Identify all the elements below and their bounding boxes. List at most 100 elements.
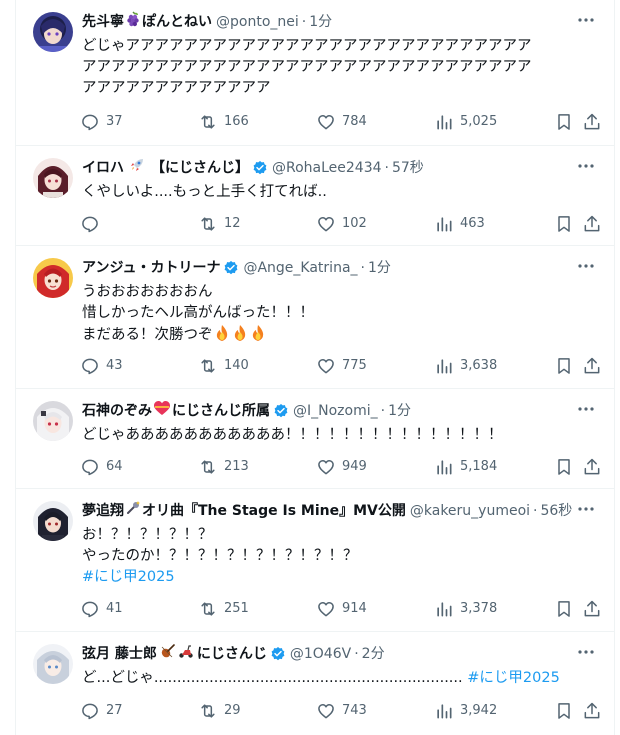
reply-button[interactable]: 41: [80, 599, 123, 619]
more-options-button[interactable]: [576, 644, 596, 660]
display-name[interactable]: 夢追翔: [82, 501, 124, 521]
views-button[interactable]: 3,942: [434, 701, 497, 721]
share-button[interactable]: [582, 112, 602, 132]
reply-button[interactable]: 27: [80, 701, 123, 721]
bookmark-button[interactable]: [554, 112, 574, 132]
tweet-kakeru-yumeoi[interactable]: 夢追翔 オリ曲『The Stage Is Mine』MV公開 @kakeru_y…: [16, 489, 614, 632]
bookmark-icon: [558, 459, 570, 475]
more-options-button[interactable]: [576, 401, 596, 417]
repost-button[interactable]: 12: [198, 214, 241, 234]
timestamp[interactable]: 1分: [368, 258, 391, 278]
bookmark-button[interactable]: [554, 701, 574, 721]
display-name-suffix[interactable]: オリ曲『The Stage Is Mine』MV公開: [142, 501, 406, 521]
reply-button[interactable]: 64: [80, 457, 123, 477]
share-button[interactable]: [582, 457, 602, 477]
avatar[interactable]: [33, 12, 73, 52]
reply-icon: [82, 114, 98, 131]
display-name-suffix[interactable]: 【にじさんじ】: [151, 158, 249, 178]
reply-count: 37: [106, 114, 123, 129]
views-button[interactable]: 5,184: [434, 457, 497, 477]
like-button[interactable]: 914: [316, 599, 367, 619]
views-icon: [437, 704, 452, 719]
timestamp[interactable]: 2分: [362, 644, 385, 664]
display-name[interactable]: 石神のぞみ: [82, 401, 152, 421]
tweet-text-line: どじゃあああああああああああ！！！！！！！！！！！！！！！: [82, 427, 503, 443]
reply-button[interactable]: [80, 214, 106, 234]
reply-button[interactable]: 37: [80, 112, 123, 132]
repost-button[interactable]: 29: [198, 701, 241, 721]
avatar[interactable]: [33, 258, 73, 298]
tweet-1o46v[interactable]: 弦月 藤士郎 にじさんじ @1O46V · 2分 ど...どじゃ........…: [16, 632, 614, 735]
like-button[interactable]: 102: [316, 214, 367, 234]
bookmark-button[interactable]: [554, 599, 574, 619]
bookmark-button[interactable]: [554, 214, 574, 234]
tweet-actions: 43 140 775 3,638: [80, 356, 600, 376]
user-handle[interactable]: @Ange_Katrina_: [243, 258, 357, 278]
user-handle[interactable]: @ponto_nei: [216, 12, 299, 32]
repost-icon: [201, 359, 215, 373]
display-name[interactable]: イロハ: [82, 158, 124, 178]
rocket-emoji-icon: [129, 157, 145, 179]
like-button[interactable]: 743: [316, 701, 367, 721]
tweet-ange-katrina[interactable]: アンジュ・カトリーナ @Ange_Katrina_ · 1分 うおおおおおおおん…: [16, 246, 614, 389]
timestamp[interactable]: 56秒: [540, 501, 572, 521]
repost-icon: [201, 602, 215, 616]
avatar[interactable]: [33, 644, 73, 684]
timestamp[interactable]: 1分: [388, 401, 411, 421]
timestamp[interactable]: 1分: [309, 12, 332, 32]
repost-button[interactable]: 166: [198, 112, 249, 132]
repost-button[interactable]: 251: [198, 599, 249, 619]
hashtag-link[interactable]: #にじ甲2025: [467, 670, 560, 686]
display-name-suffix[interactable]: ぽんとねい: [142, 12, 212, 32]
views-count: 3,638: [460, 358, 498, 373]
tweet-i-nozomi[interactable]: 石神のぞみ にじさんじ所属 @I_Nozomi_ · 1分 どじゃあああああああ…: [16, 389, 614, 489]
tweet-ponto-nei[interactable]: 先斗寧 ぽんとねい @ponto_nei · 1分 どじゃアアアアアアアアアアア…: [16, 0, 614, 146]
views-button[interactable]: 463: [434, 214, 485, 234]
share-button[interactable]: [582, 599, 602, 619]
display-name-suffix[interactable]: にじさんじ所属: [172, 401, 270, 421]
more-options-button[interactable]: [576, 12, 596, 28]
tweet-text-fragment: まだある！次勝つぞ: [82, 327, 213, 343]
timestamp[interactable]: 57秒: [392, 158, 424, 178]
display-name[interactable]: 先斗寧: [82, 12, 124, 32]
repost-count: 213: [224, 459, 249, 474]
tweet-rohalee[interactable]: イロハ 【にじさんじ】 @RohaLee2434 · 57秒 くやしいよ....…: [16, 146, 614, 246]
user-handle[interactable]: @I_Nozomi_: [293, 401, 378, 421]
like-count: 784: [342, 114, 367, 129]
reply-button[interactable]: 43: [80, 356, 123, 376]
like-button[interactable]: 784: [316, 112, 367, 132]
views-count: 3,942: [460, 703, 498, 718]
tweet-text-line: アアアアアアアアアアアアアアアアアアアアアアアアアアアアアアア: [82, 59, 532, 75]
bookmark-button[interactable]: [554, 457, 574, 477]
views-button[interactable]: 3,378: [434, 599, 497, 619]
share-button[interactable]: [582, 356, 602, 376]
tweet-text-line: 惜しかったヘル高がんばった！！！: [82, 305, 314, 321]
share-button[interactable]: [582, 214, 602, 234]
avatar[interactable]: [33, 158, 73, 198]
repost-button[interactable]: 213: [198, 457, 249, 477]
verified-badge-icon: [274, 404, 288, 418]
bookmark-button[interactable]: [554, 356, 574, 376]
display-name[interactable]: 弦月 藤士郎: [82, 644, 157, 664]
more-options-button[interactable]: [576, 258, 596, 274]
tweet-header: イロハ 【にじさんじ】 @RohaLee2434 · 57秒: [82, 158, 574, 178]
user-handle[interactable]: @kakeru_yumeoi: [410, 501, 530, 521]
more-options-button[interactable]: [576, 158, 596, 174]
user-handle[interactable]: @RohaLee2434: [272, 158, 382, 178]
more-options-button[interactable]: [576, 501, 596, 517]
fire-emoji-icon: [231, 324, 249, 349]
like-button[interactable]: 775: [316, 356, 367, 376]
display-name-suffix[interactable]: にじさんじ: [197, 644, 267, 664]
views-button[interactable]: 3,638: [434, 356, 497, 376]
display-name[interactable]: アンジュ・カトリーナ: [82, 258, 220, 278]
repost-button[interactable]: 140: [198, 356, 249, 376]
like-button[interactable]: 949: [316, 457, 367, 477]
avatar[interactable]: [33, 401, 73, 441]
bookmark-icon: [558, 703, 570, 719]
hashtag-link[interactable]: #にじ甲2025: [82, 567, 592, 588]
tweet-header: 弦月 藤士郎 にじさんじ @1O46V · 2分: [82, 644, 574, 664]
avatar[interactable]: [33, 501, 73, 541]
user-handle[interactable]: @1O46V: [290, 644, 351, 664]
views-button[interactable]: 5,025: [434, 112, 497, 132]
share-button[interactable]: [582, 701, 602, 721]
